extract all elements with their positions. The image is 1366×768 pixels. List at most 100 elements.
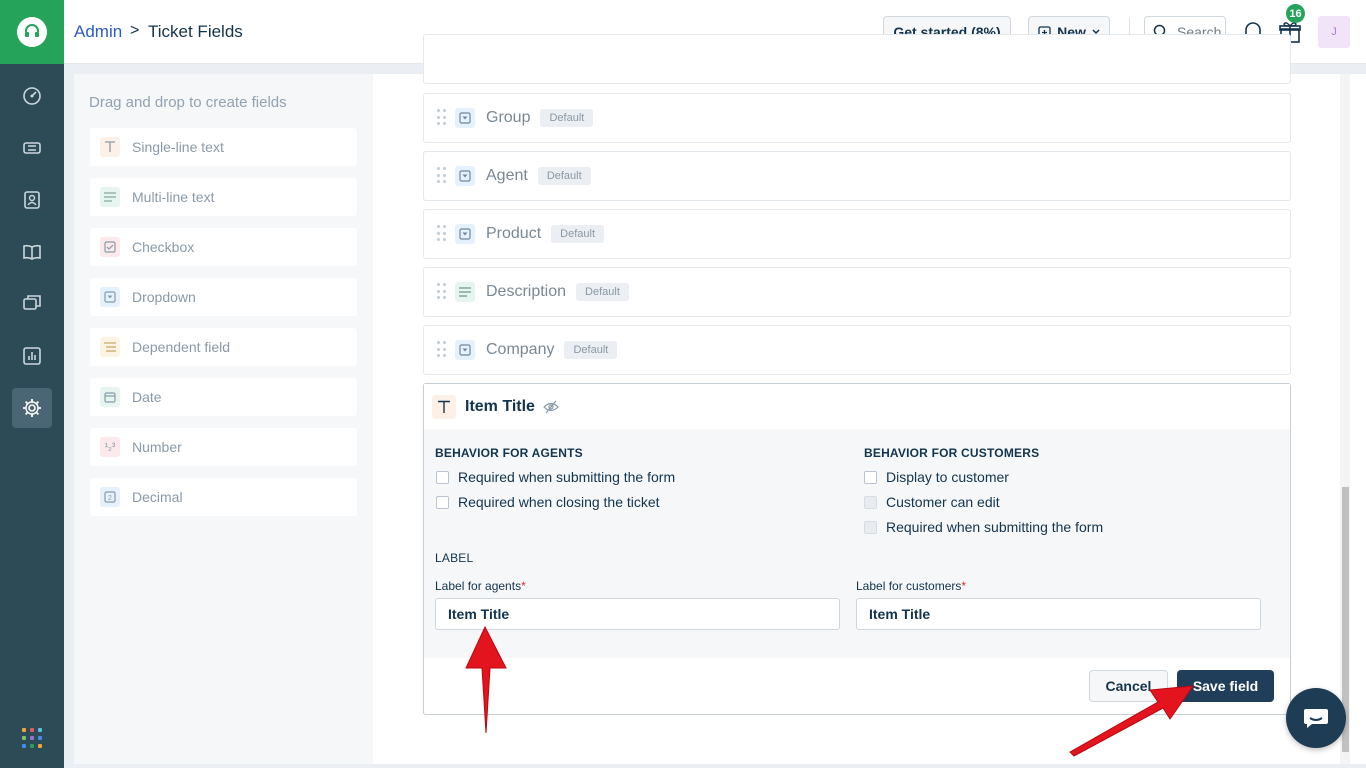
field-editor-body: BEHAVIOR FOR AGENTS BEHAVIOR FOR CUSTOME… — [424, 429, 1290, 658]
calendar-icon — [100, 387, 120, 407]
checkbox — [864, 495, 877, 509]
field-type-label: Dropdown — [132, 289, 196, 305]
main-content: Drag and drop to create fields Single-li… — [74, 34, 1366, 764]
field-type-number[interactable]: ¹₂³ Number — [90, 428, 357, 466]
field-type-label: Decimal — [132, 489, 183, 505]
field-row-label: Product — [486, 225, 542, 242]
drag-handle-icon[interactable] — [437, 341, 447, 359]
required-submit-agent-option[interactable]: Required when submitting the form — [436, 469, 675, 485]
field-types-panel: Drag and drop to create fields Single-li… — [74, 74, 373, 764]
customer-label-input[interactable] — [856, 598, 1261, 630]
breadcrumb-admin-link[interactable]: Admin — [74, 22, 122, 42]
decimal-icon: 2 — [100, 487, 120, 507]
checkbox — [864, 520, 877, 534]
admin-settings-icon[interactable] — [12, 388, 52, 428]
customer-can-edit-option: Customer can edit — [864, 494, 1000, 510]
field-row-label: Company — [486, 341, 555, 358]
field-row-label: Group — [486, 109, 531, 126]
contacts-icon[interactable] — [12, 180, 52, 220]
field-row-company[interactable]: Company Default — [423, 325, 1291, 375]
page-title: Ticket Fields — [148, 22, 243, 41]
reports-icon[interactable] — [12, 336, 52, 376]
chat-widget-button[interactable] — [1286, 688, 1346, 748]
dropdown-icon — [455, 108, 475, 128]
left-nav — [0, 0, 64, 768]
dropdown-icon — [100, 287, 120, 307]
field-type-label: Date — [132, 389, 162, 405]
dependent-field-icon — [100, 337, 120, 357]
field-row-label: Agent — [486, 167, 528, 184]
field-row-agent[interactable]: Agent Default — [423, 151, 1291, 201]
field-row[interactable] — [423, 34, 1291, 84]
display-to-customer-option[interactable]: Display to customer — [864, 469, 1009, 485]
checkbox[interactable] — [436, 495, 449, 509]
avatar[interactable]: J — [1318, 16, 1350, 48]
field-row-label: Description — [486, 283, 567, 300]
field-row-description[interactable]: Description Default — [423, 267, 1291, 317]
drag-handle-icon[interactable] — [437, 283, 447, 301]
dropdown-icon — [455, 340, 475, 360]
dropdown-icon — [455, 224, 475, 244]
option-label: Required when submitting the form — [458, 469, 676, 485]
field-type-single-line-text[interactable]: Single-line text — [90, 128, 357, 166]
field-editor-header: Item Title — [424, 384, 1290, 429]
default-badge: Default — [564, 341, 618, 359]
chat-bubble-icon — [1304, 709, 1328, 728]
eye-slash-icon[interactable] — [543, 400, 559, 414]
drag-handle-icon[interactable] — [437, 225, 447, 243]
label-for-customers-label: Label for customers* — [856, 579, 966, 593]
multi-line-text-icon — [100, 187, 120, 207]
save-field-button[interactable]: Save field — [1177, 670, 1274, 702]
dropdown-icon — [455, 166, 475, 186]
multi-line-text-icon — [455, 282, 475, 302]
field-row-product[interactable]: Product Default — [423, 209, 1291, 259]
field-type-label: Dependent field — [132, 339, 231, 355]
number-icon: ¹₂³ — [100, 437, 120, 457]
knowledge-base-icon[interactable] — [12, 232, 52, 272]
checkbox-icon — [100, 237, 120, 257]
field-type-dependent-field[interactable]: Dependent field — [90, 328, 357, 366]
option-label: Required when closing the ticket — [458, 494, 660, 510]
customers-behavior-title: BEHAVIOR FOR CUSTOMERS — [864, 446, 1040, 460]
option-label: Required when submitting the form — [886, 519, 1104, 535]
label-text: Label for agents — [435, 579, 522, 593]
checkbox[interactable] — [864, 470, 877, 484]
field-type-label: Multi-line text — [132, 189, 215, 205]
field-type-label: Number — [132, 439, 182, 455]
field-type-decimal[interactable]: 2 Decimal — [90, 478, 357, 516]
svg-text:2: 2 — [108, 495, 112, 502]
label-section-title: LABEL — [435, 551, 474, 565]
tickets-icon[interactable] — [12, 128, 52, 168]
single-line-text-icon — [432, 394, 456, 419]
drag-handle-icon[interactable] — [437, 167, 447, 185]
apps-grid-icon[interactable] — [22, 728, 42, 748]
option-label: Customer can edit — [886, 494, 1000, 510]
label-text: Label for customers — [856, 579, 962, 593]
required-submit-customer-option: Required when submitting the form — [864, 519, 1103, 535]
field-editor: Item Title BEHAVIOR FOR AGENTS BEHAVIOR … — [423, 383, 1291, 715]
single-line-text-icon — [100, 137, 120, 157]
required-asterisk: * — [961, 579, 967, 593]
agent-label-input[interactable] — [435, 598, 840, 630]
option-label: Display to customer — [886, 469, 1009, 485]
field-type-multi-line-text[interactable]: Multi-line text — [90, 178, 357, 216]
field-type-label: Checkbox — [132, 239, 195, 255]
default-badge: Default — [540, 109, 594, 127]
default-badge: Default — [576, 283, 629, 301]
dashboard-icon[interactable] — [12, 76, 52, 116]
checkbox[interactable] — [436, 470, 449, 484]
forums-icon[interactable] — [12, 284, 52, 324]
field-editor-title: Item Title — [465, 397, 535, 415]
field-row-group[interactable]: Group Default — [423, 93, 1291, 143]
field-type-label: Single-line text — [132, 139, 224, 155]
required-close-agent-option[interactable]: Required when closing the ticket — [436, 494, 660, 510]
cancel-button[interactable]: Cancel — [1089, 670, 1168, 702]
label-for-agents-label: Label for agents* — [435, 579, 526, 593]
field-type-date[interactable]: Date — [90, 378, 357, 416]
required-asterisk: * — [521, 579, 526, 593]
field-type-dropdown[interactable]: Dropdown — [90, 278, 357, 316]
field-type-checkbox[interactable]: Checkbox — [90, 228, 357, 266]
drag-handle-icon[interactable] — [437, 109, 447, 127]
freshdesk-logo-icon[interactable] — [0, 0, 64, 64]
field-types-title: Drag and drop to create fields — [89, 94, 287, 111]
